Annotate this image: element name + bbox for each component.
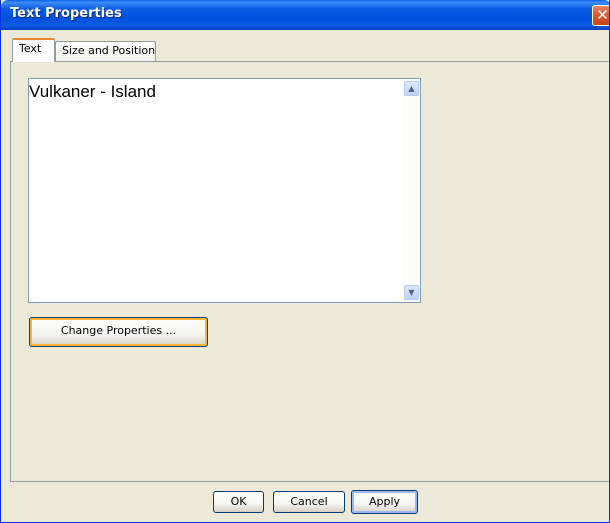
window-title: Text Properties <box>10 6 122 21</box>
apply-button[interactable]: Apply <box>351 490 418 514</box>
tab-size-and-position[interactable]: Size and Position <box>55 41 156 62</box>
text-value: Vulkaner - Island <box>29 82 156 101</box>
ok-button[interactable]: OK <box>213 491 264 513</box>
tab-size-and-position-label: Size and Position <box>62 44 156 57</box>
scroll-down-icon[interactable]: ▼ <box>404 285 419 300</box>
close-icon[interactable]: ✕ <box>592 5 609 26</box>
text-properties-dialog: Text Properties ✕ Text Size and Position… <box>0 0 610 523</box>
close-glyph: ✕ <box>596 6 609 24</box>
cancel-button[interactable]: Cancel <box>273 491 345 513</box>
title-bar[interactable]: Text Properties <box>1 0 609 30</box>
text-input-area[interactable]: Vulkaner - Island ▲ ▼ <box>28 78 421 303</box>
tab-text-label: Text <box>19 42 42 55</box>
tab-text[interactable]: Text <box>12 38 55 62</box>
vertical-scrollbar[interactable]: ▲ ▼ <box>403 79 420 302</box>
change-properties-button[interactable]: Change Properties ... <box>29 317 208 347</box>
scroll-up-icon[interactable]: ▲ <box>404 81 419 96</box>
